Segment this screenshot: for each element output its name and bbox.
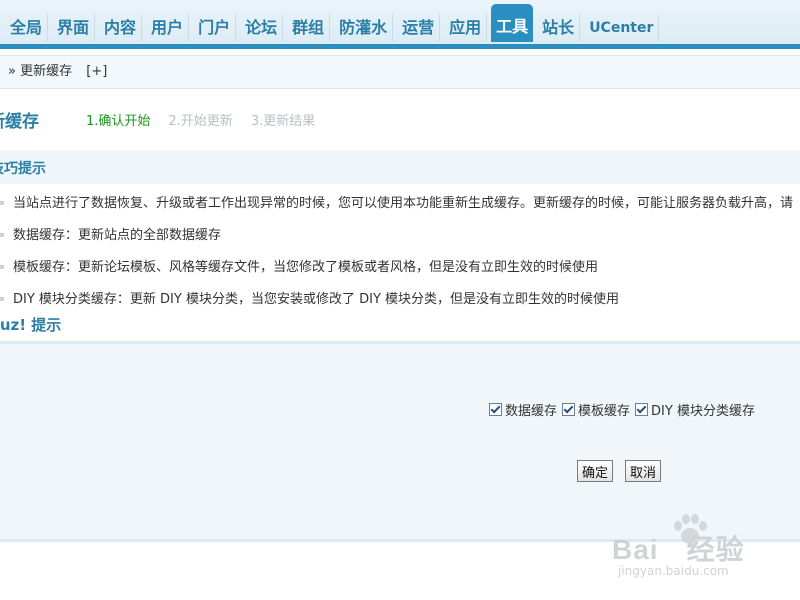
tab-webmaster[interactable]: 站长 — [537, 14, 581, 42]
tab-global[interactable]: 全局 — [0, 14, 49, 42]
tab-users[interactable]: 用户 — [146, 14, 190, 42]
form-buttons: 确定 取消 — [577, 460, 662, 482]
tab-operations[interactable]: 运营 — [397, 14, 441, 42]
baidu-jingyan-watermark: Bai 经验 jingyan.baidu.com — [612, 512, 782, 590]
tab-ucenter[interactable]: UCenter — [584, 14, 660, 42]
tip-text: 当站点进行了数据恢复、升级或者工作出现异常的时候，您可以使用本功能重新生成缓存。… — [13, 196, 794, 211]
tip-text: 模板缓存：更新论坛模板、风格等缓存文件，当您修改了模板或者风格，但是没有立即生效… — [13, 260, 599, 275]
data-cache-checkbox[interactable]: 数据缓存 — [489, 400, 557, 419]
tips-title: 技巧提示 — [0, 161, 46, 177]
tip-item: 当站点进行了数据恢复、升级或者工作出现异常的时候，您可以使用本功能重新生成缓存。… — [0, 194, 793, 226]
tab-content[interactable]: 内容 — [99, 14, 143, 42]
step-confirm-start: 1.确认开始 — [86, 114, 151, 129]
bullet-icon — [0, 297, 4, 301]
top-nav: 全局 界面 内容 用户 门户 论坛 群组 防灌水 运营 应用 工具 站长 UCe… — [0, 0, 800, 49]
cache-type-options: 数据缓存 模板缓存 DIY 模块分类缓存 — [489, 400, 760, 419]
step-indicator: 1.确认开始 2.开始更新 3.更新结果 — [86, 110, 315, 129]
tip-item: 模板缓存：更新论坛模板、风格等缓存文件，当您修改了模板或者风格，但是没有立即生效… — [0, 258, 793, 290]
cancel-button[interactable]: 取消 — [625, 460, 662, 482]
tab-apps[interactable]: 应用 — [444, 14, 488, 42]
breadcrumb-separator: » — [8, 64, 16, 79]
breadcrumb-current: 更新缓存 — [20, 64, 73, 79]
tip-item: 数据缓存：更新站点的全部数据缓存 — [0, 226, 793, 258]
watermark-logo: Bai 经验 — [612, 534, 745, 565]
tab-forum[interactable]: 论坛 — [240, 14, 284, 42]
tip-text: 数据缓存：更新站点的全部数据缓存 — [13, 228, 222, 243]
add-shortcut-link[interactable]: [+] — [86, 64, 107, 79]
nav-divider — [0, 44, 800, 49]
checkbox-checked-icon[interactable] — [562, 403, 576, 416]
checkbox-checked-icon[interactable] — [489, 403, 502, 416]
tips-box: 技巧提示 当站点进行了数据恢复、升级或者工作出现异常的时候，您可以使用本功能重新… — [0, 150, 800, 341]
checkbox-checked-icon[interactable] — [635, 403, 649, 416]
tab-anti-spam[interactable]: 防灌水 — [334, 14, 394, 42]
tab-portal[interactable]: 门户 — [193, 14, 237, 42]
tips-header: 技巧提示 — [0, 150, 800, 184]
template-cache-checkbox[interactable]: 模板缓存 — [562, 400, 630, 419]
tab-tools[interactable]: 工具 — [491, 4, 534, 42]
tab-groups[interactable]: 群组 — [287, 14, 331, 42]
breadcrumb: » 更新缓存 [+] — [0, 55, 800, 89]
tip-item: DIY 模块分类缓存：更新 DIY 模块分类，当您安装或修改了 DIY 模块分类… — [0, 290, 793, 322]
watermark-url: jingyan.baidu.com — [618, 564, 729, 578]
bullet-icon — [0, 201, 4, 205]
page-title: 新缓存 — [0, 112, 39, 132]
diy-cache-checkbox[interactable]: DIY 模块分类缓存 — [635, 400, 755, 419]
tip-text: DIY 模块分类缓存：更新 DIY 模块分类，当您安装或修改了 DIY 模块分类… — [13, 292, 620, 307]
nav-tabs: 全局 界面 内容 用户 门户 论坛 群组 防灌水 运营 应用 工具 站长 UCe… — [0, 4, 663, 44]
template-cache-label: 模板缓存 — [578, 404, 631, 419]
bullet-icon — [0, 233, 4, 237]
tab-interface[interactable]: 界面 — [52, 14, 96, 42]
confirm-button[interactable]: 确定 — [577, 460, 614, 482]
bullet-icon — [0, 265, 4, 269]
tips-list: 当站点进行了数据恢复、升级或者工作出现异常的时候，您可以使用本功能重新生成缓存。… — [0, 194, 793, 322]
step-start-update: 2.开始更新 — [168, 114, 233, 129]
step-update-result: 3.更新结果 — [250, 114, 316, 129]
diy-cache-label: DIY 模块分类缓存 — [651, 404, 755, 419]
discuz-prompt-title: scuz! 提示 — [0, 316, 62, 334]
data-cache-label: 数据缓存 — [505, 404, 558, 419]
